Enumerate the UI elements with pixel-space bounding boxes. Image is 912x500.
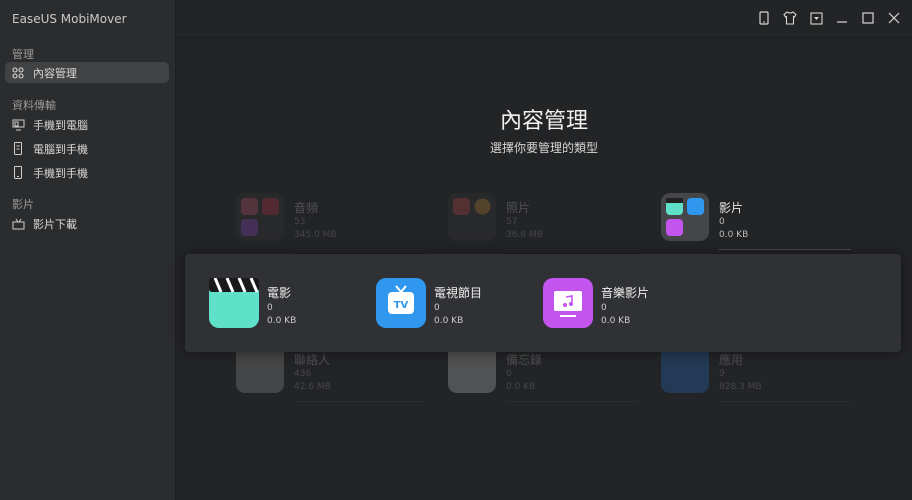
subtype-name: 電影 (267, 286, 292, 300)
sidebar-item-label: 手機到手機 (33, 166, 88, 180)
subtype-size: 0.0 KB (267, 316, 297, 326)
category-card-contacts[interactable]: 聯絡人 436 42.6 MB (236, 345, 426, 403)
category-size: 0.0 KB (719, 230, 749, 240)
card-divider (506, 249, 638, 250)
sidebar-item-label: 手機到電腦 (33, 118, 88, 132)
minimize-icon[interactable] (832, 8, 852, 28)
subtype-card-music-videos[interactable]: 音樂影片 0 0.0 KB (543, 278, 703, 328)
card-divider (719, 401, 851, 402)
category-card-apps[interactable]: 應用 9 828.3 MB (661, 345, 851, 403)
sidebar-item-phone-to-phone[interactable]: 手機到手機 (5, 162, 169, 183)
contacts-icon (236, 345, 284, 393)
sidebar-item-label: 內容管理 (33, 66, 77, 80)
phone-to-pc-icon (7, 119, 29, 131)
category-card-notes[interactable]: 備忘錄 0 0.0 KB (448, 345, 638, 403)
subtype-card-movies[interactable]: 電影 0 0.0 KB (209, 277, 369, 328)
category-count: 9 (719, 369, 725, 379)
subtype-count: 0 (434, 303, 440, 313)
app-title: EaseUS MobiMover (12, 12, 127, 26)
videos-icon (661, 193, 709, 241)
subtype-name: 音樂影片 (601, 286, 650, 300)
category-size: 36.6 MB (506, 230, 543, 240)
tv-icon: TV (376, 278, 426, 328)
category-card-audio[interactable]: 音頻 53 345.0 MB (236, 193, 426, 251)
category-count: 0 (506, 369, 512, 379)
category-size: 345.0 MB (294, 230, 337, 240)
card-divider (294, 401, 426, 402)
card-divider (719, 249, 851, 250)
apps-icon (661, 345, 709, 393)
category-size: 828.3 MB (719, 382, 762, 392)
section-label-manage: 管理 (12, 48, 34, 61)
page-title: 內容管理 (499, 109, 588, 134)
music-video-icon (543, 278, 593, 328)
subtype-count: 0 (601, 303, 607, 313)
category-count: 436 (294, 369, 312, 379)
video-download-icon (7, 218, 29, 230)
sidebar-item-label: 電腦到手機 (33, 142, 88, 156)
pc-to-phone-icon (7, 142, 29, 155)
sidebar-item-phone-to-pc[interactable]: 手機到電腦 (5, 114, 169, 135)
sidebar-item-video-download[interactable]: 影片下載 (5, 213, 169, 234)
sidebar-item-content-manage[interactable]: 內容管理 (5, 62, 169, 83)
photos-icon (448, 193, 496, 241)
dropdown-icon[interactable] (806, 8, 826, 28)
window-controls (754, 6, 912, 30)
svg-text:TV: TV (394, 300, 409, 311)
device-icon[interactable] (754, 8, 774, 28)
subtype-size: 0.0 KB (601, 316, 631, 326)
video-subtype-panel: 電影 0 0.0 KB TV 電視節目 0 0.0 KB 音樂影片 0 0.0 … (185, 254, 901, 352)
category-name: 聯絡人 (294, 353, 331, 367)
card-divider (506, 401, 638, 402)
category-count: 57 (506, 217, 518, 227)
category-name: 照片 (506, 201, 531, 215)
category-name: 備忘錄 (506, 353, 543, 367)
subtype-size: 0.0 KB (434, 316, 464, 326)
close-icon[interactable] (884, 8, 904, 28)
card-divider (294, 249, 426, 250)
movie-clapper-icon (209, 277, 259, 328)
tshirt-icon[interactable] (780, 8, 800, 28)
grid-icon (7, 66, 29, 79)
category-count: 53 (294, 217, 306, 227)
subtype-card-tv-shows[interactable]: TV 電視節目 0 0.0 KB (376, 278, 536, 328)
section-label-video: 影片 (12, 198, 34, 211)
page-subtitle: 選擇你要管理的類型 (489, 141, 598, 155)
category-size: 42.6 MB (294, 382, 331, 392)
subtype-name: 電視節目 (434, 286, 483, 300)
sidebar: EaseUS MobiMover 管理 內容管理 資料傳輸 手機到電腦 電腦到手… (0, 0, 176, 500)
category-name: 應用 (719, 353, 744, 367)
maximize-icon[interactable] (858, 8, 878, 28)
category-card-videos[interactable]: 影片 0 0.0 KB (661, 193, 851, 251)
notes-icon (448, 345, 496, 393)
audio-icon (236, 193, 284, 241)
header-divider (176, 37, 912, 38)
category-card-photos[interactable]: 照片 57 36.6 MB (448, 193, 638, 251)
sidebar-item-pc-to-phone[interactable]: 電腦到手機 (5, 138, 169, 159)
category-size: 0.0 KB (506, 382, 536, 392)
section-label-transfer: 資料傳輸 (12, 99, 56, 112)
phone-to-phone-icon (7, 166, 29, 179)
category-count: 0 (719, 217, 725, 227)
category-name: 音頻 (294, 201, 319, 215)
sidebar-item-label: 影片下載 (33, 217, 77, 231)
subtype-count: 0 (267, 303, 273, 313)
category-name: 影片 (719, 201, 744, 215)
